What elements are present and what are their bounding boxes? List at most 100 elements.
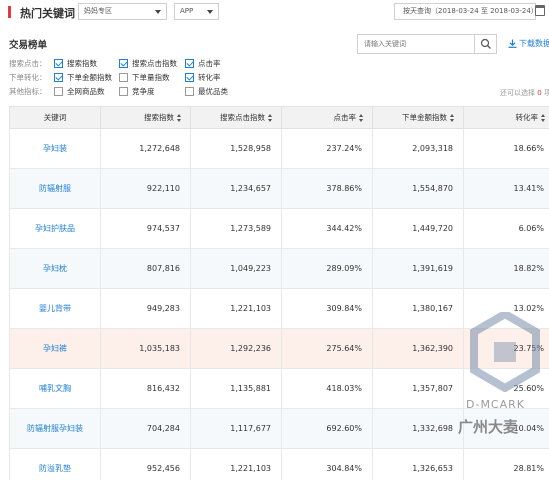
cell-search-index: 1,035,183 bbox=[100, 328, 191, 369]
cell-conversion-rate: 28.81% bbox=[463, 448, 549, 480]
cell-click-rate: 309.84% bbox=[281, 288, 373, 329]
keyword-search bbox=[357, 34, 497, 54]
cell-search-click-index: 1,273,589 bbox=[190, 208, 282, 249]
checkbox[interactable] bbox=[185, 59, 194, 68]
checkbox[interactable] bbox=[54, 73, 63, 82]
cell-search-index: 949,283 bbox=[100, 288, 191, 329]
checkbox[interactable] bbox=[185, 87, 194, 96]
cell-conversion-rate: 18.82% bbox=[463, 248, 549, 289]
filter-label: 其他指标： bbox=[9, 87, 47, 96]
cell-order-amount-index: 1,554,870 bbox=[372, 168, 464, 209]
column-header-click-rate[interactable]: 点击率 bbox=[281, 106, 373, 129]
option-label: 点击率 bbox=[198, 59, 221, 68]
table-row: 孕妇护肤品 974,537 1,273,589 344.42% 1,449,72… bbox=[9, 208, 549, 249]
search-input[interactable] bbox=[358, 35, 468, 53]
keyword-table: 关键词 搜索指数 搜索点击指数 点击率 下单金额指数 转化率 孕妇装 1,272… bbox=[9, 106, 549, 480]
filter-option[interactable]: 最优品类 bbox=[185, 86, 228, 97]
checkbox[interactable] bbox=[54, 59, 63, 68]
checkbox[interactable] bbox=[119, 59, 128, 68]
cell-conversion-rate: 13.02% bbox=[463, 288, 549, 329]
chevron-down-icon bbox=[155, 10, 161, 14]
download-button[interactable]: 下载数据 bbox=[508, 38, 549, 49]
filter-option[interactable]: 搜索点击指数 bbox=[119, 58, 177, 69]
category-select[interactable]: 妈妈专区 bbox=[78, 3, 167, 20]
filter-option[interactable]: 下单量指数 bbox=[119, 72, 170, 83]
keyword-link[interactable]: 孕妇枕 bbox=[9, 248, 101, 289]
checkbox[interactable] bbox=[185, 73, 194, 82]
table-row: 哺乳文胸 816,432 1,135,881 418.03% 1,357,807… bbox=[9, 368, 549, 409]
filter-option[interactable]: 搜索指数 bbox=[54, 58, 97, 69]
platform-select[interactable]: APP bbox=[174, 3, 219, 20]
filter-option[interactable]: 点击率 bbox=[185, 58, 221, 69]
title-accent-bar bbox=[8, 6, 11, 18]
cell-click-rate: 418.03% bbox=[281, 368, 373, 409]
filter-option[interactable]: 竞争度 bbox=[119, 86, 155, 97]
sort-icon[interactable] bbox=[450, 114, 455, 122]
keyword-link[interactable]: 防溢乳垫 bbox=[9, 448, 101, 480]
cell-search-index: 807,816 bbox=[100, 248, 191, 289]
cell-search-click-index: 1,117,677 bbox=[190, 408, 282, 449]
column-header-search-click-index[interactable]: 搜索点击指数 bbox=[190, 106, 282, 129]
table-row: 孕妇枕 807,816 1,049,223 289.09% 1,391,619 … bbox=[9, 248, 549, 289]
option-label: 最优品类 bbox=[198, 87, 228, 96]
calendar-icon[interactable] bbox=[535, 5, 545, 16]
cell-order-amount-index: 1,332,698 bbox=[372, 408, 464, 449]
section-title: 交易榜单 bbox=[9, 40, 48, 51]
cell-conversion-rate: 23.75% bbox=[463, 328, 549, 369]
checkbox[interactable] bbox=[119, 73, 128, 82]
column-header-search-index[interactable]: 搜索指数 bbox=[100, 106, 191, 129]
keyword-link[interactable]: 防辐射服孕妇装 bbox=[9, 408, 101, 449]
keyword-link[interactable]: 孕妇装 bbox=[9, 128, 101, 169]
cell-conversion-rate: 6.06% bbox=[463, 208, 549, 249]
cell-click-rate: 237.24% bbox=[281, 128, 373, 169]
sort-icon[interactable] bbox=[541, 114, 546, 122]
cell-order-amount-index: 1,326,653 bbox=[372, 448, 464, 480]
cell-click-rate: 344.42% bbox=[281, 208, 373, 249]
cell-search-click-index: 1,221,103 bbox=[190, 288, 282, 329]
keyword-link[interactable]: 婴儿背带 bbox=[9, 288, 101, 329]
checkbox[interactable] bbox=[54, 87, 63, 96]
filter-label: 下单转化： bbox=[9, 73, 47, 82]
table-row: 防溢乳垫 952,456 1,221,103 304.84% 1,326,653… bbox=[9, 448, 549, 480]
cell-search-click-index: 1,292,236 bbox=[190, 328, 282, 369]
column-header-conversion-rate[interactable]: 转化率 bbox=[463, 106, 549, 129]
option-label: 搜索点击指数 bbox=[132, 59, 177, 68]
category-select-value: 妈妈专区 bbox=[84, 7, 112, 15]
cell-order-amount-index: 1,380,167 bbox=[372, 288, 464, 329]
table-row: 婴儿背带 949,283 1,221,103 309.84% 1,380,167… bbox=[9, 288, 549, 329]
cell-order-amount-index: 2,093,318 bbox=[372, 128, 464, 169]
remaining-count: 0 bbox=[537, 89, 542, 97]
table-row: 防辐射服孕妇装 704,284 1,117,677 692.60% 1,332,… bbox=[9, 408, 549, 449]
search-button[interactable] bbox=[474, 35, 496, 53]
column-header-keyword: 关键词 bbox=[9, 106, 101, 129]
keyword-link[interactable]: 孕妇护肤品 bbox=[9, 208, 101, 249]
sort-icon[interactable] bbox=[359, 114, 364, 122]
header-label: 点击率 bbox=[333, 113, 357, 122]
table-row: 孕妇装 1,272,648 1,528,958 237.24% 2,093,31… bbox=[9, 128, 549, 169]
search-icon bbox=[480, 38, 491, 49]
cell-conversion-rate: 13.41% bbox=[463, 168, 549, 209]
checkbox[interactable] bbox=[119, 87, 128, 96]
keyword-link[interactable]: 防辐射服 bbox=[9, 168, 101, 209]
keyword-link[interactable]: 孕妇裤 bbox=[9, 328, 101, 369]
header-label: 搜索点击指数 bbox=[220, 113, 265, 122]
sort-icon[interactable] bbox=[268, 114, 273, 122]
header-label: 转化率 bbox=[515, 113, 539, 122]
table-row: 孕妇裤 1,035,183 1,292,236 275.64% 1,362,39… bbox=[9, 328, 549, 369]
cell-search-index: 952,456 bbox=[100, 448, 191, 480]
column-header-order-amount-index[interactable]: 下单金额指数 bbox=[372, 106, 464, 129]
option-label: 转化率 bbox=[198, 73, 221, 82]
filter-option[interactable]: 下单金额指数 bbox=[54, 72, 112, 83]
cell-search-click-index: 1,135,881 bbox=[190, 368, 282, 409]
filter-option[interactable]: 转化率 bbox=[185, 72, 221, 83]
keyword-link[interactable]: 哺乳文胸 bbox=[9, 368, 101, 409]
table-header-row: 关键词 搜索指数 搜索点击指数 点击率 下单金额指数 转化率 bbox=[9, 106, 549, 129]
filter-option[interactable]: 全网商品数 bbox=[54, 86, 105, 97]
platform-select-value: APP bbox=[180, 7, 194, 15]
cell-search-click-index: 1,221,103 bbox=[190, 448, 282, 480]
sort-icon[interactable] bbox=[177, 114, 182, 122]
date-range-picker[interactable]: 按天查询（2018-03-24 至 2018-03-24） bbox=[394, 3, 538, 20]
cell-click-rate: 275.64% bbox=[281, 328, 373, 369]
option-label: 竞争度 bbox=[132, 87, 155, 96]
cell-conversion-rate: 18.66% bbox=[463, 128, 549, 169]
